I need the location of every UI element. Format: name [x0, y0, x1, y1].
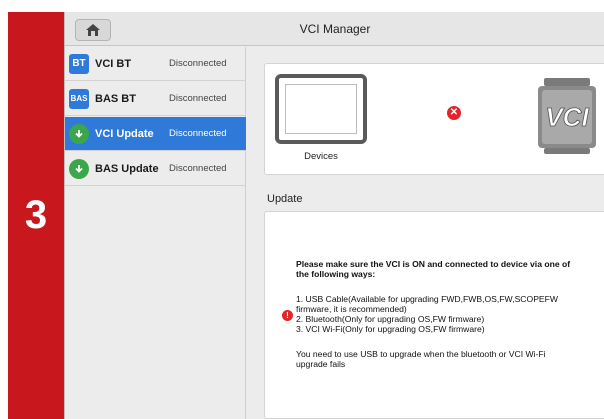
sidebar-item-label: VCI BT	[95, 57, 132, 70]
update-panel: ! Please make sure the VCI is ON and con…	[264, 211, 604, 419]
bluetooth-badge-icon: BT	[69, 53, 89, 74]
connection-status: Disconnected	[169, 163, 227, 174]
sidebar-item-label: BAS Update	[95, 162, 159, 175]
instruction-line: firmware, it is recommended)	[296, 304, 407, 314]
connection-status: Disconnected	[169, 58, 227, 69]
error-x-icon: ✕	[447, 106, 461, 120]
instruction-line: 3. VCI Wi-Fi(Only for upgrading OS,FW fi…	[296, 324, 485, 334]
window-title: VCI Manager	[299, 22, 371, 36]
tablet-device-icon	[275, 74, 367, 144]
main-content: Devices ✕ VCI Update ! Please make sure …	[247, 47, 604, 419]
instruction-line: 1. USB Cable(Available for upgrading FWD…	[296, 294, 559, 304]
vci-device-icon: VCI	[538, 78, 596, 154]
connection-status: Disconnected	[169, 93, 227, 104]
devices-panel: Devices ✕ VCI	[264, 63, 604, 175]
connection-status: Disconnected	[169, 128, 227, 139]
instruction-line: upgrade fails	[296, 359, 346, 369]
sidebar-item-label: BAS BT	[95, 92, 136, 105]
vci-manager-window: VCI Manager BT VCI BT Disconnected BAS B…	[64, 12, 604, 419]
warning-icon: !	[282, 310, 293, 321]
top-strip	[0, 0, 604, 12]
download-icon	[69, 123, 89, 144]
sidebar-item-vci-update[interactable]: VCI Update Disconnected	[65, 117, 246, 151]
step-number: 3	[24, 193, 48, 237]
instruction-line: the following ways:	[296, 269, 376, 279]
download-icon	[69, 158, 89, 179]
sidebar-item-label: VCI Update	[95, 127, 154, 140]
instruction-line: Please make sure the VCI is ON and conne…	[296, 259, 571, 269]
instruction-line: You need to use USB to upgrade when the …	[296, 349, 546, 359]
sidebar-item-bas-bt[interactable]: BAS BAS BT Disconnected	[65, 82, 246, 116]
home-icon	[86, 24, 100, 36]
vci-logo-text: VCI	[545, 102, 589, 132]
bas-badge-icon: BAS	[69, 88, 89, 109]
home-button[interactable]	[75, 19, 111, 41]
instruction-line: 2. Bluetooth(Only for upgrading OS,FW fi…	[296, 314, 485, 324]
sidebar-item-bas-update[interactable]: BAS Update Disconnected	[65, 152, 246, 186]
devices-label: Devices	[304, 151, 338, 162]
update-section-title: Update	[267, 193, 303, 205]
sidebar: BT VCI BT Disconnected BAS BAS BT Discon…	[65, 47, 246, 419]
sidebar-item-vci-bt[interactable]: BT VCI BT Disconnected	[65, 47, 246, 81]
title-bar: VCI Manager	[65, 12, 604, 46]
